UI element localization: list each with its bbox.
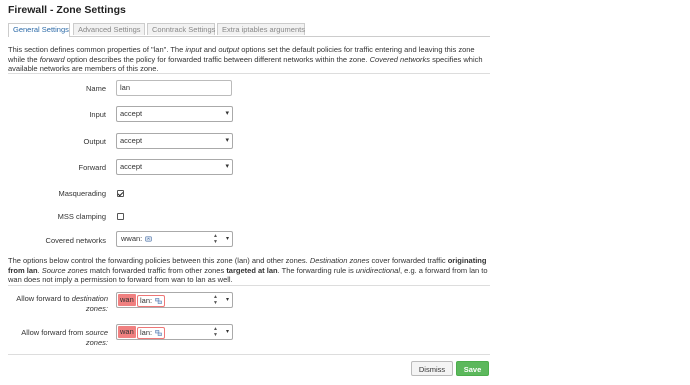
page-title: Firewall - Zone Settings [8, 4, 126, 16]
wireless-icon [145, 236, 153, 242]
masquerading-checkbox[interactable] [117, 190, 124, 197]
tab-extra-iptables[interactable]: Extra iptables arguments [217, 23, 305, 35]
chevron-down-icon: ▾ [225, 110, 229, 117]
tab-general-settings[interactable]: General Settings [8, 23, 70, 37]
chevron-down-icon: ▾ [225, 137, 229, 144]
input-policy-value: accept [120, 109, 143, 118]
input-policy-label: Input [89, 110, 106, 119]
save-button[interactable]: Save [456, 361, 489, 376]
zone-chip-wan: wan [118, 326, 136, 338]
spinner-icon[interactable]: ▲ ▼ [213, 233, 218, 245]
forward-source-label: Allow forward from source zones: [21, 328, 108, 347]
covered-networks-select[interactable]: wwan: ▲ ▼ ▾ [116, 231, 233, 247]
output-policy-select[interactable]: accept ▾ [116, 133, 233, 149]
chevron-down-icon: ▾ [225, 236, 229, 242]
forward-destination-label: Allow forward to destination zones: [16, 294, 108, 313]
divider [8, 285, 490, 286]
mss-clamping-label: MSS clamping [57, 212, 106, 221]
zone-chip-lan-label: lan: [140, 328, 153, 337]
tab-conntrack-settings[interactable]: Conntrack Settings [147, 23, 215, 35]
forward-destination-select[interactable]: wan lan: ▲ ▼ ▾ [116, 292, 233, 308]
output-policy-label: Output [83, 137, 106, 146]
network-icon [155, 298, 162, 304]
name-input[interactable]: lan [116, 80, 232, 96]
covered-networks-label: Covered networks [45, 236, 106, 245]
divider [8, 354, 490, 355]
forward-source-select[interactable]: wan lan: ▲ ▼ ▾ [116, 324, 233, 340]
dismiss-button[interactable]: Dismiss [411, 361, 453, 376]
forward-policy-value: accept [120, 162, 143, 171]
forward-policy-select[interactable]: accept ▾ [116, 159, 233, 175]
name-label: Name [85, 84, 106, 93]
zone-chip-lan: lan: [137, 295, 166, 307]
forwarding-description: The options below control the forwarding… [8, 256, 488, 284]
zone-chip-lan-label: lan: [140, 296, 153, 305]
zone-chip-lan: lan: [137, 327, 166, 339]
zone-chip-wan: wan [118, 294, 136, 306]
chevron-down-icon: ▾ [225, 297, 229, 303]
chevron-down-icon: ▾ [225, 329, 229, 335]
tab-bar: General Settings Advanced Settings Connt… [8, 23, 490, 37]
masquerading-label: Masquerading [58, 189, 106, 198]
spinner-icon[interactable]: ▲ ▼ [213, 326, 218, 338]
chevron-down-icon: ▾ [225, 163, 229, 170]
output-policy-value: accept [120, 136, 143, 145]
section-description: This section defines common properties o… [8, 45, 483, 73]
mss-clamping-checkbox[interactable] [117, 213, 124, 220]
forward-policy-label: Forward [78, 163, 106, 172]
spinner-icon[interactable]: ▲ ▼ [213, 294, 218, 306]
divider [8, 73, 490, 74]
covered-network-value: wwan: [121, 234, 143, 243]
tab-advanced-settings[interactable]: Advanced Settings [73, 23, 145, 35]
network-icon [155, 330, 162, 336]
input-policy-select[interactable]: accept ▾ [116, 106, 233, 122]
covered-network-chip: wwan: [119, 233, 154, 245]
